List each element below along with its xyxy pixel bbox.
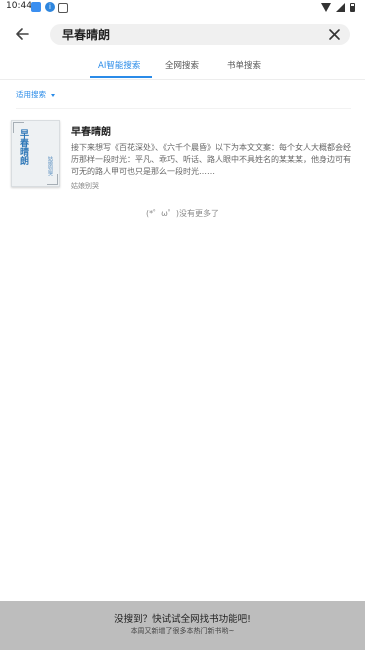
list-item[interactable]: 早春晴朗 姑娘别哭 早春晴朗 接下来想写《百花深处》、《六千个晨昏》以下为本文文… (0, 116, 365, 196)
book-description: 接下来想写《百花深处》、《六千个晨昏》以下为本文文案：每个女人大概都会经历那样一… (71, 143, 351, 176)
web-search-promo-banner[interactable]: 没搜到？快试试全网找书功能吧! 本周又新增了很多本热门新书哟~ (0, 601, 365, 650)
clear-search-button[interactable] (327, 27, 342, 42)
book-title[interactable]: 早春晴朗 (71, 123, 111, 138)
search-query-text: 早春晴朗 (62, 28, 111, 42)
cellular-signal-icon (336, 3, 345, 12)
banner-subtitle: 本周又新增了很多本热门新书哟~ (130, 627, 235, 635)
close-icon (329, 29, 340, 40)
tab-web-search[interactable]: 全网搜索 (165, 59, 199, 71)
cover-title: 早春晴朗 (18, 129, 28, 165)
status-bar: 10:44 i (0, 0, 365, 16)
banner-title: 没搜到？快试试全网找书功能吧! (114, 614, 251, 625)
search-tabs: AI智能搜索 全网搜索 书单搜索 (0, 56, 365, 80)
divider (0, 79, 365, 80)
chevron-down-icon (51, 93, 55, 97)
divider (16, 108, 351, 109)
search-input[interactable]: 早春晴朗 (50, 24, 350, 45)
system-indicators (321, 2, 355, 13)
cover-author: 姑娘别哭 (47, 156, 53, 176)
book-author: 姑娘别哭 (71, 182, 99, 190)
active-tab-indicator (90, 76, 152, 78)
tab-ai-search[interactable]: AI智能搜索 (98, 59, 140, 71)
book-cover[interactable]: 早春晴朗 姑娘别哭 (11, 120, 60, 187)
info-notification-icon: i (45, 2, 55, 12)
battery-icon (350, 3, 355, 12)
back-arrow-icon (16, 28, 29, 40)
notification-app-icon (31, 2, 41, 12)
filter-label: 适用搜索 (16, 90, 46, 99)
status-time: 10:44 (6, 1, 32, 11)
search-header: 早春晴朗 (0, 19, 365, 51)
tab-booklist-search[interactable]: 书单搜索 (227, 59, 261, 71)
download-notification-icon (58, 3, 68, 13)
no-more-text: (*゜ω゜)没有更多了 (146, 209, 219, 218)
filter-dropdown[interactable]: 适用搜索 (16, 89, 55, 100)
back-button[interactable] (12, 23, 34, 45)
wifi-icon (321, 3, 331, 12)
